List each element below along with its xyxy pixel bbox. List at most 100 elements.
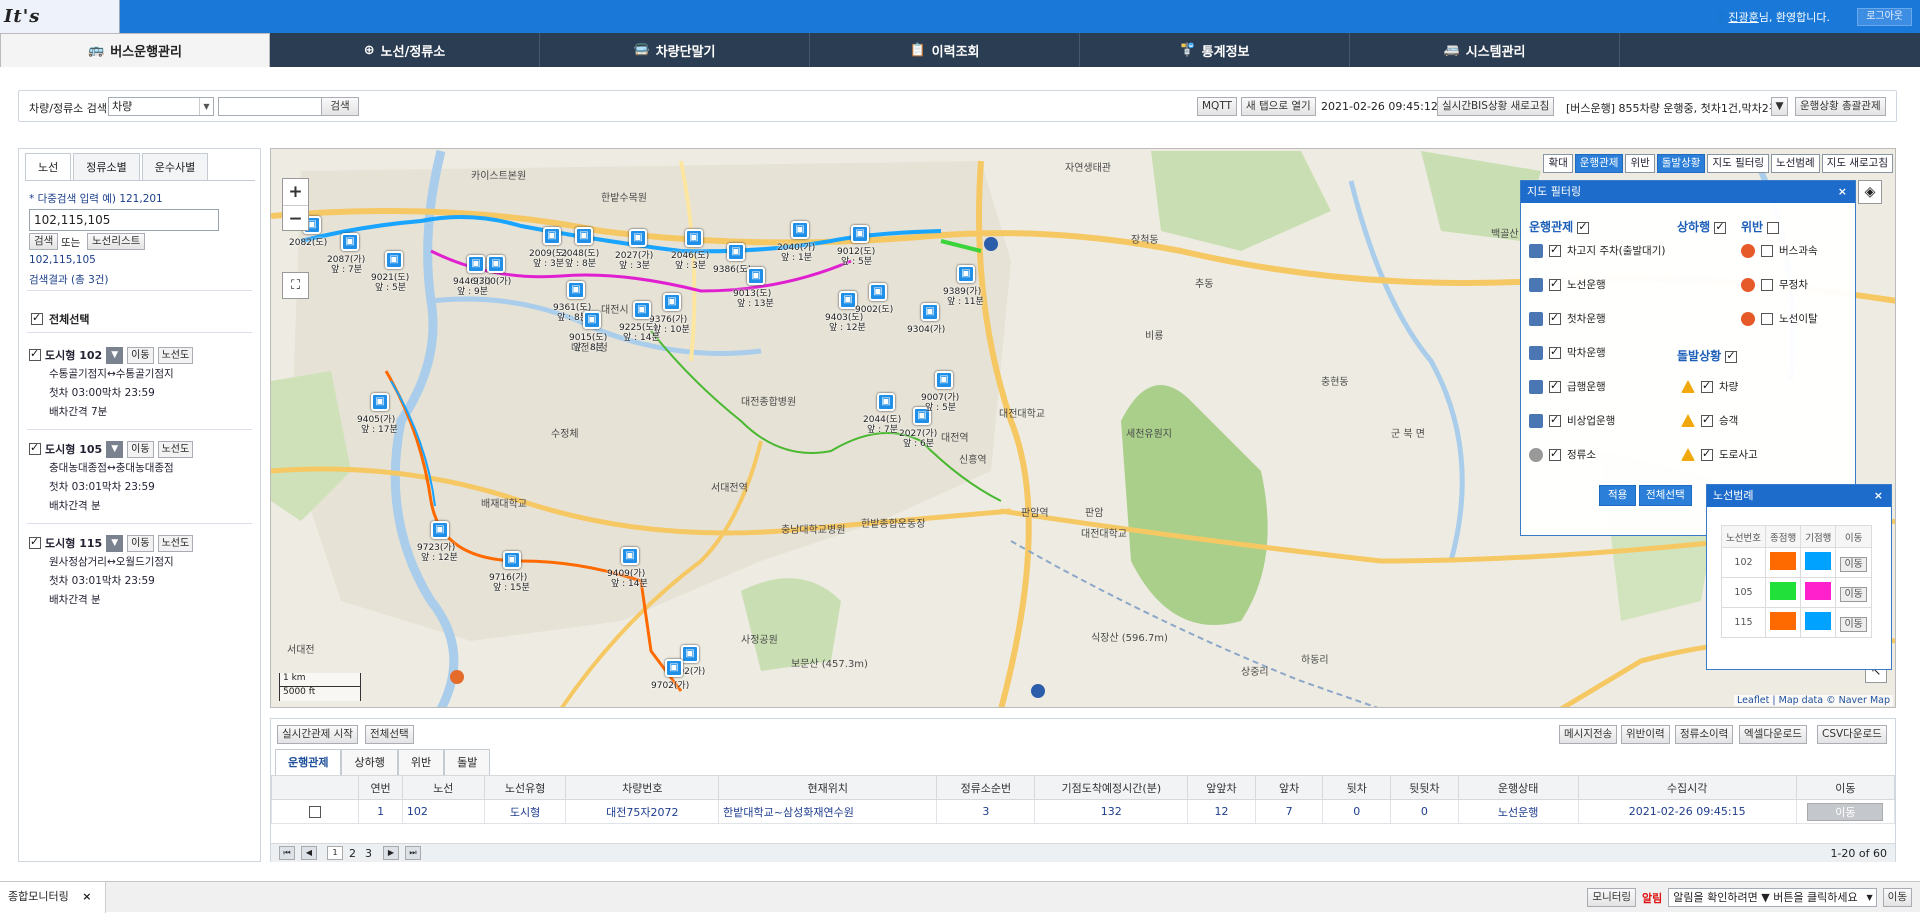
- last-page-icon[interactable]: ⏭: [405, 846, 421, 860]
- filter-incident-item-checkbox[interactable]: [1701, 379, 1713, 393]
- map-incident-button[interactable]: 돌발상황: [1656, 154, 1706, 173]
- map-ops-control-button[interactable]: 운행관제: [1574, 154, 1624, 173]
- bus-marker[interactable]: ▣ 9386(도): [713, 243, 751, 275]
- menu-tab-terminal[interactable]: 🚍 차량단말기: [540, 33, 810, 67]
- page-1[interactable]: 1: [327, 846, 343, 860]
- start-realtime-button[interactable]: 실시간관제 시작: [277, 725, 358, 744]
- close-icon[interactable]: ×: [1874, 485, 1883, 507]
- bus-marker[interactable]: ▣ 9012(도) 앞 : 5분: [837, 225, 875, 267]
- bus-marker[interactable]: ▣ 2048(도) 앞 : 8분: [561, 227, 599, 269]
- bus-marker[interactable]: ▣ 9376(가) 앞 : 10분: [649, 293, 690, 335]
- alert-move-button[interactable]: 이동: [1882, 888, 1912, 907]
- route-checkbox[interactable]: [29, 535, 41, 549]
- prev-page-icon[interactable]: ◀: [301, 846, 317, 860]
- multi-search-input[interactable]: 102,115,105: [29, 209, 219, 231]
- filter-ops-item-checkbox[interactable]: [1549, 345, 1561, 359]
- new-tab-button[interactable]: 새 탭으로 열기: [1241, 97, 1316, 116]
- map-attribution[interactable]: Leaflet | Map data © Naver Map: [1734, 695, 1893, 706]
- bus-marker[interactable]: ▣ 9723(가) 앞 : 12분: [417, 521, 458, 563]
- bus-marker[interactable]: ▣ 9389(가) 앞 : 11분: [943, 265, 984, 307]
- route-move-button[interactable]: 이동: [127, 440, 154, 458]
- grid-column-header[interactable]: 뒷차: [1322, 775, 1392, 800]
- grid-column-header[interactable]: 연번: [358, 775, 403, 800]
- monitor-tab[interactable]: 종합모니터링 ×: [0, 882, 106, 913]
- grid-column-header[interactable]: [270, 775, 360, 800]
- tab-ops-control[interactable]: 운행관제: [275, 749, 342, 775]
- bus-marker[interactable]: ▣ 9702(가): [651, 659, 689, 691]
- filter-incident-item-checkbox[interactable]: [1701, 447, 1713, 461]
- filter-incident-item-checkbox[interactable]: [1701, 413, 1713, 427]
- filter-dir-checkbox[interactable]: [1714, 220, 1727, 234]
- filter-ops-item-checkbox[interactable]: [1549, 311, 1561, 325]
- app-logo[interactable]: It's Daejeon: [0, 0, 120, 60]
- bus-marker[interactable]: ▣ 9013(도) 앞 : 13분: [733, 267, 774, 309]
- menu-tab-history[interactable]: 📋 이력조회: [810, 33, 1080, 67]
- map-legend-button[interactable]: 노선범례: [1771, 154, 1820, 173]
- route-search-button[interactable]: 검색: [29, 233, 59, 250]
- route-move-button[interactable]: 이동: [127, 534, 154, 552]
- legend-move-button[interactable]: 이동: [1840, 617, 1867, 632]
- user-name-link[interactable]: 진광훈: [1728, 11, 1758, 24]
- grid-column-header[interactable]: 노선: [401, 775, 485, 800]
- tab-incident[interactable]: 돌발: [444, 749, 491, 775]
- bus-marker[interactable]: ▣ 9002(도): [855, 283, 893, 315]
- menu-tab-stats[interactable]: 🚏 통계정보: [1080, 33, 1350, 67]
- filter-apply-button[interactable]: 적용: [1599, 485, 1637, 506]
- table-row[interactable]: 1 102 도시형 대전75자2072 한밭대학교~삼성화재연수원 3 132 12 7 0 0 노선…: [270, 799, 1896, 824]
- grid-column-header[interactable]: 노선유형: [483, 775, 567, 800]
- filter-select-all-button[interactable]: 전체선택: [1639, 485, 1692, 506]
- route-map-button[interactable]: 노선도: [157, 440, 194, 458]
- route-map-button[interactable]: 노선도: [157, 346, 194, 364]
- summary-control-button[interactable]: 운행상황 총괄관제: [1795, 97, 1886, 116]
- grid-column-header[interactable]: 기점도착예정시간(분): [1034, 775, 1189, 800]
- filter-ops-item-checkbox[interactable]: [1549, 277, 1561, 291]
- first-page-icon[interactable]: ⏮: [279, 846, 295, 860]
- bus-marker[interactable]: ▣ 9405(가) 앞 : 17분: [357, 393, 398, 435]
- filter-vio-checkbox[interactable]: [1767, 221, 1780, 234]
- row-checkbox[interactable]: [309, 806, 322, 818]
- bus-marker[interactable]: ▣ 9446(가) 앞 : 9분: [453, 255, 491, 297]
- grid-column-header[interactable]: 뒷뒷차: [1390, 775, 1459, 800]
- grid-column-header[interactable]: 수집시각: [1577, 775, 1797, 800]
- grid-column-header[interactable]: 이동: [1795, 775, 1896, 800]
- map-zoom-button[interactable]: 확대: [1543, 154, 1573, 173]
- close-icon[interactable]: ×: [1838, 181, 1847, 203]
- filter-ops-item-checkbox[interactable]: [1549, 243, 1561, 257]
- grid-column-header[interactable]: 정류소순번: [936, 775, 1036, 800]
- zoom-in-button[interactable]: +: [283, 179, 308, 205]
- route-dropdown-button[interactable]: ▼: [106, 346, 124, 364]
- route-move-button[interactable]: 이동: [127, 346, 154, 364]
- select-all-checkbox[interactable]: [31, 311, 43, 325]
- menu-tab-system[interactable]: 🚐 시스템관리: [1350, 33, 1620, 67]
- route-list-button[interactable]: 노선리스트: [87, 233, 146, 250]
- grid-column-header[interactable]: 앞앞차: [1187, 775, 1256, 800]
- route-dropdown-button[interactable]: ▼: [106, 534, 124, 552]
- filter-ops-checkbox[interactable]: [1577, 220, 1590, 234]
- bus-marker[interactable]: ▣ 2087(가) 앞 : 7분: [327, 233, 365, 275]
- monitoring-button[interactable]: 모니터링: [1587, 888, 1637, 907]
- tab-violation[interactable]: 위반: [397, 749, 445, 775]
- bus-marker[interactable]: ▣ 2040(가) 앞 : 1분: [777, 221, 815, 263]
- tab-stop[interactable]: 정류소별: [73, 153, 140, 181]
- send-message-button[interactable]: 메시지전송: [1559, 725, 1618, 744]
- csv-download-button[interactable]: CSV다운로드: [1817, 725, 1887, 744]
- filter-vio-item-checkbox[interactable]: [1761, 244, 1773, 257]
- route-checkbox[interactable]: [29, 347, 41, 361]
- grid-column-header[interactable]: 앞차: [1254, 775, 1324, 800]
- status-dropdown-button[interactable]: ▼: [1771, 97, 1788, 116]
- search-input[interactable]: [218, 97, 328, 116]
- grid-column-header[interactable]: 현재위치: [718, 775, 938, 800]
- filter-ops-item-checkbox[interactable]: [1549, 447, 1561, 461]
- filter-ops-item-checkbox[interactable]: [1549, 413, 1561, 427]
- bus-marker[interactable]: ▣ 9225(도) 앞 : 14분: [619, 301, 660, 343]
- fullscreen-icon[interactable]: ⛶: [282, 272, 309, 299]
- violation-history-button[interactable]: 위반이력: [1621, 725, 1670, 744]
- bus-marker[interactable]: ▣ 9716(가) 앞 : 15분: [489, 551, 530, 593]
- grid-select-all-button[interactable]: 전체선택: [365, 725, 414, 744]
- search-type-select[interactable]: 차량 ▼: [108, 97, 214, 116]
- map-filter-button[interactable]: 지도 필터링: [1707, 154, 1770, 173]
- bus-marker[interactable]: ▣ 9007(가) 앞 : 5분: [921, 371, 959, 413]
- filter-vio-item-checkbox[interactable]: [1761, 278, 1773, 291]
- logout-button[interactable]: 로그아웃: [1857, 8, 1912, 26]
- menu-tab-bus-operation[interactable]: 🚌 버스운행관리: [0, 33, 270, 67]
